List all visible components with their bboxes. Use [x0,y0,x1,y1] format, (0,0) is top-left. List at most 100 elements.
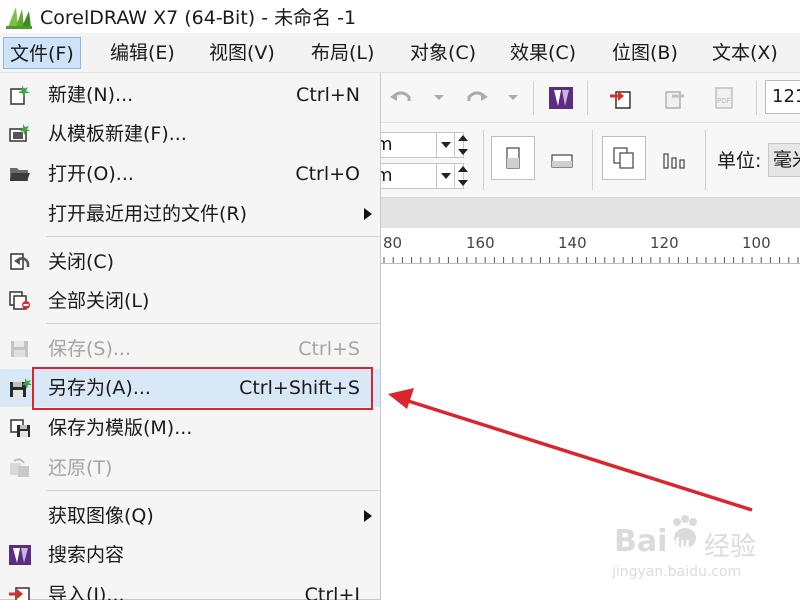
menu-item-label: 保存为模版(M)... [48,417,193,439]
menu-separator [46,490,380,491]
title-bar: CorelDRAW X7 (64-Bit) - 未命名 -1 [0,0,800,32]
document-tab-strip [380,198,800,228]
ruler-label: 80 [383,234,403,252]
menu-item-label: 保存(S)... [48,338,132,360]
close-document-icon [8,251,32,273]
toolbar-separator [587,81,588,115]
menu-item-new-from-template[interactable]: 从模板新建(F)... [0,115,380,153]
menu-item-new[interactable]: 新建(N)... Ctrl+N [0,76,380,114]
menu-item-label: 新建(N)... [48,84,134,106]
import-icon [8,584,32,600]
menu-item-shortcut: Ctrl+O [295,163,360,185]
export-toolbar-icon[interactable] [662,85,688,111]
menu-item-shortcut: Ctrl+N [296,84,360,106]
all-pages-icon [613,147,634,169]
watermark-brand: Bai [614,524,668,559]
annotation-arrow-line [404,398,753,512]
menu-bitmap[interactable]: 位图(B) [606,37,684,69]
menu-layout[interactable]: 布局(L) [305,37,380,69]
file-menu-dropdown: 新建(N)... Ctrl+N 从模板新建(F)... 打开(O)... Ctr… [0,73,381,600]
menu-item-shortcut: Ctrl+S [298,338,360,360]
redo-dropdown-icon[interactable] [500,85,526,111]
menu-view[interactable]: 视图(V) [203,37,281,69]
menu-item-label: 获取图像(Q) [48,505,154,527]
menu-item-revert[interactable]: 还原(T) [0,449,380,487]
menu-item-search-content[interactable]: 搜索内容 [0,536,380,574]
annotation-arrow-head [388,388,414,409]
toolbar-separator [483,130,484,190]
menu-item-close-all[interactable]: 全部关闭(L) [0,282,380,320]
menu-item-save-as-template[interactable]: 保存为模版(M)... [0,409,380,447]
import-toolbar-icon[interactable] [608,85,634,111]
ruler-ticks [383,257,799,263]
close-all-icon [8,290,32,312]
menu-item-label: 全部关闭(L) [48,290,150,312]
all-pages-button[interactable] [602,136,646,180]
menu-item-label: 打开(O)... [48,163,134,185]
toolbar-separator [533,81,534,115]
submenu-arrow-icon [364,510,372,522]
page-width-spinner[interactable] [454,132,470,158]
submenu-arrow-icon [364,208,372,220]
page-height-dropdown-icon[interactable] [436,163,454,189]
coreldraw-logo-icon [4,1,34,31]
current-page-icon[interactable] [662,147,688,173]
page-width-dropdown-icon[interactable] [436,132,454,158]
ruler-label: 120 [650,234,679,252]
menu-effects[interactable]: 效果(C) [504,37,582,69]
menu-text[interactable]: 文本(X) [706,37,784,69]
menu-item-label: 从模板新建(F)... [48,123,187,145]
portrait-icon [506,147,520,169]
svg-text:PDF: PDF [717,97,731,105]
menu-item-close[interactable]: 关闭(C) [0,243,380,281]
menu-item-import[interactable]: 导入(I)... Ctrl+I [0,576,380,600]
page-height-spinner[interactable] [454,163,470,189]
menu-item-open[interactable]: 打开(O)... Ctrl+O [0,155,380,193]
units-select[interactable]: 毫米 [768,143,800,177]
search-content-icon [8,544,32,566]
baidu-jingyan-watermark: Bai du 经验 jingyan.baidu.com [600,510,800,590]
menu-item-label: 还原(T) [48,457,113,479]
save-icon [8,338,32,360]
open-folder-icon [8,163,32,185]
ruler-label: 100 [742,234,771,252]
search-content-toolbar-icon[interactable] [548,85,574,111]
publish-pdf-icon[interactable]: PDF [712,85,738,111]
menu-item-shortcut: Ctrl+I [304,584,360,600]
menu-object[interactable]: 对象(C) [404,37,482,69]
watermark-brand-cn: 经验 [704,532,757,562]
ruler-label: 160 [466,234,495,252]
horizontal-ruler: 80 160 140 120 100 [380,228,800,264]
units-label: 单位: [717,150,762,172]
menu-separator [46,236,380,237]
window-title: CorelDRAW X7 (64-Bit) - 未命名 -1 [40,6,357,29]
menu-bar: 文件(F) 编辑(E) 视图(V) 布局(L) 对象(C) 效果(C) 位图(B… [0,33,800,73]
save-as-highlight-box [32,367,373,410]
toolbar-separator [756,81,757,115]
landscape-icon[interactable] [549,147,575,173]
new-from-template-icon [8,123,32,145]
menu-item-acquire-image[interactable]: 获取图像(Q) [0,497,380,535]
save-as-icon [8,377,32,399]
revert-icon [8,457,32,479]
ruler-label: 140 [558,234,587,252]
menu-item-save[interactable]: 保存(S)... Ctrl+S [0,330,380,368]
menu-file[interactable]: 文件(F) [3,37,81,69]
standard-toolbar: PDF [380,73,800,123]
undo-icon[interactable] [388,85,414,111]
watermark-brand-du: du [670,536,690,552]
toolbar-separator [705,130,706,190]
save-template-icon [8,417,32,439]
new-document-icon [8,84,32,106]
watermark-url: jingyan.baidu.com [612,564,742,580]
menu-item-label: 打开最近用过的文件(R) [48,203,248,225]
redo-icon[interactable] [464,85,490,111]
menu-item-label: 关闭(C) [48,251,115,273]
toolbar-separator [592,130,593,190]
menu-item-open-recent[interactable]: 打开最近用过的文件(R) [0,195,380,233]
undo-dropdown-icon[interactable] [426,85,452,111]
menu-edit[interactable]: 编辑(E) [104,37,181,69]
zoom-level-input[interactable]: 121 [765,80,800,114]
menu-item-label: 导入(I)... [48,584,125,600]
portrait-button[interactable] [491,136,535,180]
